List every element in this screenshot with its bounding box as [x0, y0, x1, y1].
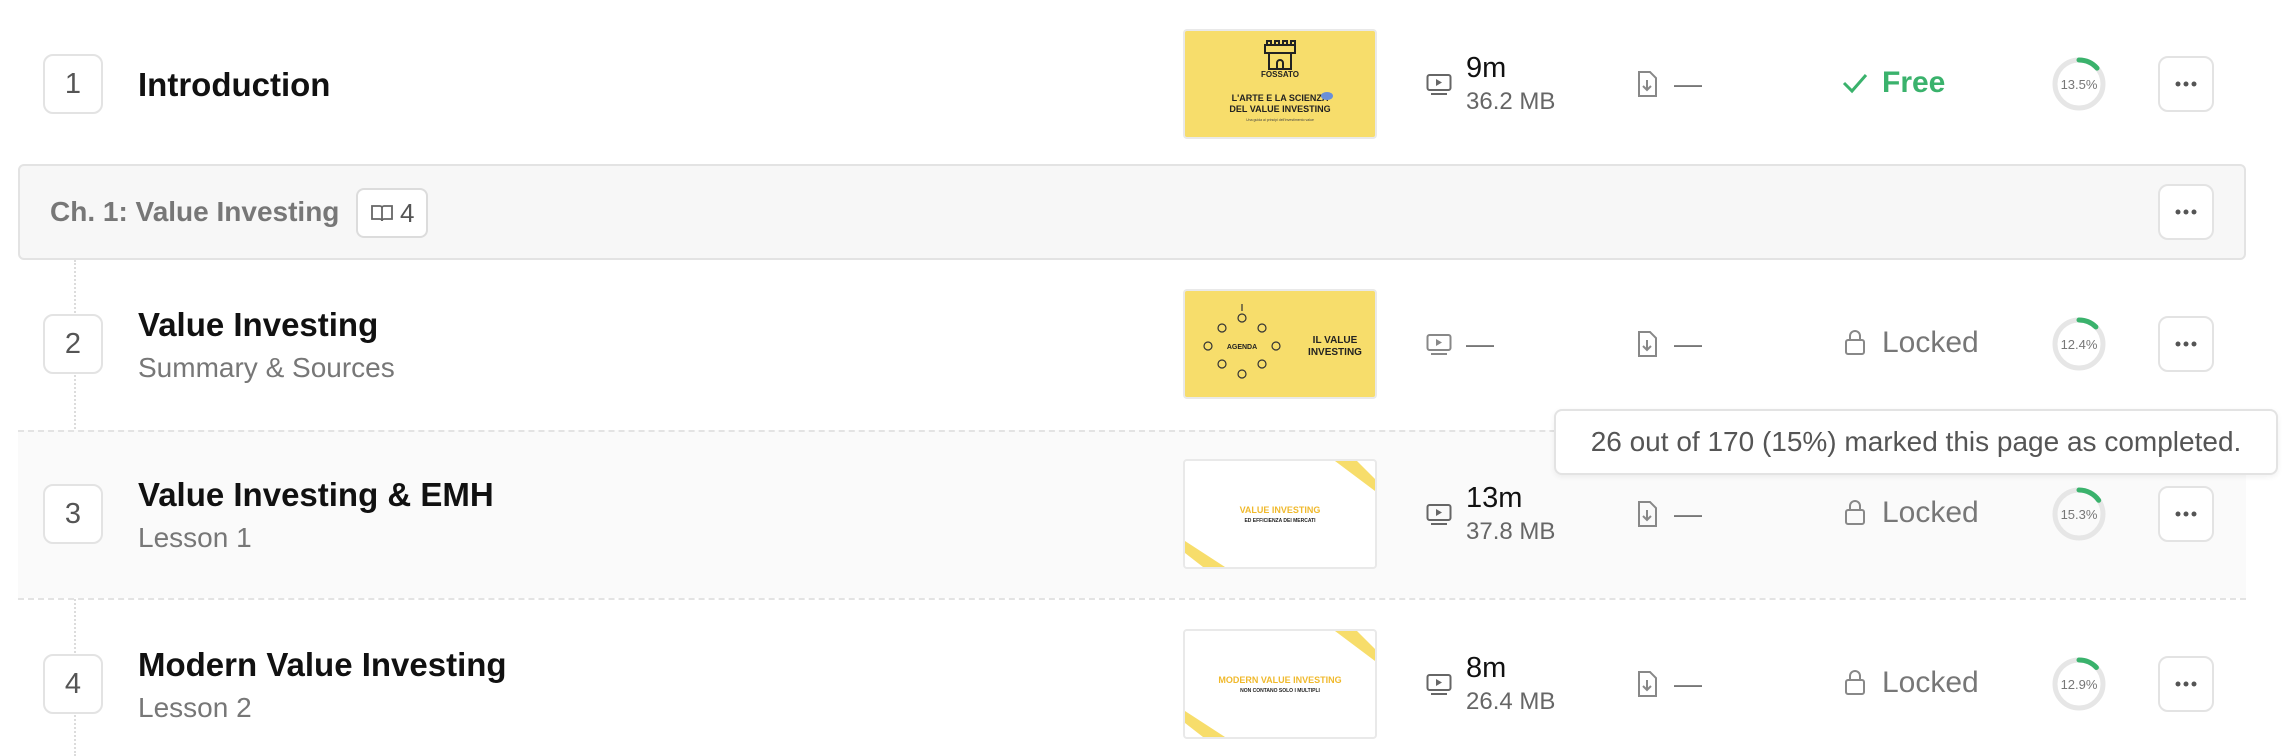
lock-icon: [1845, 330, 1865, 355]
chapter-more-options-button[interactable]: [2158, 184, 2214, 240]
lesson-thumbnail[interactable]: FOSSATO L'ARTE E LA SCIENZA DEL VALUE IN…: [1183, 29, 1377, 139]
thumb-line2: ED EFFICIENZA DEI MERCATI: [1244, 518, 1316, 524]
thumb-line2: NON CONTANO SOLO I MULTIPLI: [1240, 688, 1320, 694]
lesson-title[interactable]: Modern Value Investing: [138, 646, 507, 684]
row-divider: [18, 598, 2246, 600]
lesson-subtitle: Lesson 2: [138, 692, 252, 723]
lesson-file-size: 37.8 MB: [1466, 518, 1556, 545]
lesson-title[interactable]: Value Investing: [138, 306, 378, 344]
download-value: —: [1674, 68, 1702, 99]
chapter-title: Ch. 1: Value Investing: [50, 196, 340, 227]
file-download-icon[interactable]: [1636, 670, 1658, 698]
file-download-icon[interactable]: [1636, 500, 1658, 528]
thumb-line1: L'ARTE E LA SCIENZA: [1232, 93, 1329, 103]
more-options-button[interactable]: [2158, 56, 2214, 112]
video-icon: [1426, 674, 1452, 695]
lesson-status: Locked: [1882, 666, 1979, 699]
video-icon: [1426, 504, 1452, 525]
file-download-icon[interactable]: [1636, 70, 1658, 98]
lock-icon: [1845, 500, 1865, 525]
lesson-number: 3: [43, 484, 103, 544]
thumb-side1: IL VALUE: [1313, 335, 1358, 346]
book-icon: [371, 205, 393, 222]
thumb-line1: VALUE INVESTING: [1240, 505, 1321, 515]
video-icon: [1426, 334, 1452, 355]
thumb-line1: MODERN VALUE INVESTING: [1218, 675, 1341, 685]
lesson-thumbnail[interactable]: VALUE INVESTING ED EFFICIENZA DEI MERCAT…: [1183, 459, 1377, 569]
completion-percent: 12.9%: [2060, 677, 2098, 692]
lesson-thumbnail[interactable]: AGENDA IL VALUE INVESTING: [1183, 289, 1377, 399]
lesson-number: 1: [43, 54, 103, 114]
chapter-lesson-count-badge: 4: [356, 188, 429, 238]
lesson-thumbnail[interactable]: MODERN VALUE INVESTING NON CONTANO SOLO …: [1183, 629, 1377, 739]
lesson-status: Free: [1882, 66, 1946, 99]
lesson-duration: 13m: [1466, 482, 1523, 514]
completion-percent: 12.4%: [2060, 337, 2098, 352]
lesson-status: Locked: [1882, 326, 1979, 359]
thumb-logo-text: FOSSATO: [1261, 70, 1299, 79]
more-options-button[interactable]: [2158, 316, 2214, 372]
more-horizontal-icon: [2175, 681, 2197, 687]
more-horizontal-icon: [2175, 81, 2197, 87]
agenda-diagram: [1203, 304, 1281, 379]
download-value: —: [1674, 498, 1702, 529]
more-options-button[interactable]: [2158, 486, 2214, 542]
lesson-duration: —: [1466, 328, 1494, 359]
more-horizontal-icon: [2175, 511, 2197, 517]
download-value: —: [1674, 668, 1702, 699]
chapter-header[interactable]: Ch. 1: Value Investing 4: [18, 164, 2246, 260]
lesson-number: 2: [43, 314, 103, 374]
thumb-decoration: [1321, 92, 1333, 100]
lesson-subtitle: Lesson 1: [138, 522, 252, 553]
completion-percent: 15.3%: [2060, 507, 2098, 522]
lesson-status: Locked: [1882, 496, 1979, 529]
chapter-lesson-count: 4: [400, 197, 415, 228]
download-value: —: [1674, 328, 1702, 359]
thumb-line3: Una guida ai principi dell'investimento …: [1246, 118, 1314, 122]
thumb-side2: INVESTING: [1308, 347, 1362, 358]
check-icon: [1842, 74, 1868, 94]
more-horizontal-icon: [2175, 209, 2197, 215]
lesson-subtitle: Summary & Sources: [138, 352, 395, 383]
thumb-center-text: AGENDA: [1227, 344, 1257, 351]
lesson-number: 4: [43, 654, 103, 714]
more-options-button[interactable]: [2158, 656, 2214, 712]
lock-icon: [1845, 670, 1865, 695]
completion-percent: 13.5%: [2060, 77, 2098, 92]
lesson-file-size: 36.2 MB: [1466, 88, 1556, 115]
lesson-title[interactable]: Introduction: [138, 66, 330, 104]
lesson-title[interactable]: Value Investing & EMH: [138, 476, 494, 514]
castle-logo-icon: [1264, 40, 1296, 70]
lesson-file-size: 26.4 MB: [1466, 688, 1556, 715]
thumb-line2: DEL VALUE INVESTING: [1229, 104, 1330, 114]
lesson-duration: 8m: [1466, 652, 1507, 684]
completion-tooltip: 26 out of 170 (15%) marked this page as …: [1554, 409, 2278, 475]
more-horizontal-icon: [2175, 341, 2197, 347]
video-icon: [1426, 74, 1452, 95]
file-download-icon[interactable]: [1636, 330, 1658, 358]
lesson-duration: 9m: [1466, 52, 1507, 84]
